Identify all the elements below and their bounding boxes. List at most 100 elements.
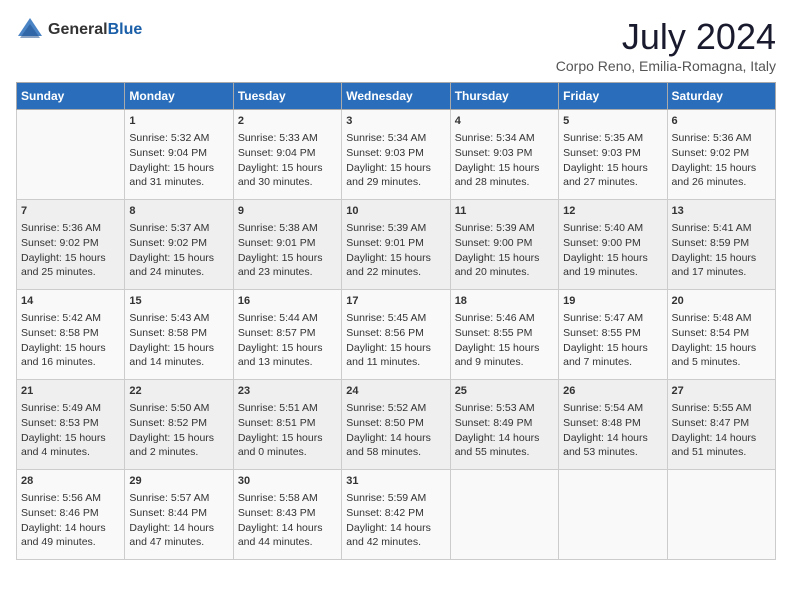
calendar-cell: 27 Sunrise: 5:55 AMSunset: 8:47 PMDayligh… <box>667 380 775 470</box>
calendar-cell: 15 Sunrise: 5:43 AMSunset: 8:58 PMDayligh… <box>125 290 233 380</box>
calendar-cell: 6Sunrise: 5:36 AMSunset: 9:02 PMDaylight… <box>667 110 775 200</box>
day-number: 31 <box>346 474 445 489</box>
calendar-cell: 21 Sunrise: 5:49 AMSunset: 8:53 PMDayligh… <box>17 380 125 470</box>
calendar-cell: 3Sunrise: 5:34 AMSunset: 9:03 PMDaylight… <box>342 110 450 200</box>
calendar-cell: 25 Sunrise: 5:53 AMSunset: 8:49 PMDayligh… <box>450 380 558 470</box>
cell-content: Sunrise: 5:57 AMSunset: 8:44 PMDaylight:… <box>129 491 228 550</box>
day-number: 18 <box>455 294 554 309</box>
day-number: 16 <box>238 294 337 309</box>
cell-content: Sunrise: 5:48 AMSunset: 8:54 PMDaylight:… <box>672 311 771 370</box>
calendar-cell: 20 Sunrise: 5:48 AMSunset: 8:54 PMDayligh… <box>667 290 775 380</box>
day-number: 13 <box>672 204 771 219</box>
page-header: GeneralBlue July 2024 Corpo Reno, Emilia… <box>16 16 776 74</box>
logo-text-general: General <box>48 21 108 38</box>
cell-content: Sunrise: 5:59 AMSunset: 8:42 PMDaylight:… <box>346 491 445 550</box>
calendar-cell: 7 Sunrise: 5:36 AMSunset: 9:02 PMDaylight… <box>17 200 125 290</box>
calendar-cell: 4 Sunrise: 5:34 AMSunset: 9:03 PMDaylight… <box>450 110 558 200</box>
month-title: July 2024 <box>556 16 776 58</box>
cell-content: Sunrise: 5:44 AMSunset: 8:57 PMDaylight:… <box>238 311 337 370</box>
day-header-saturday: Saturday <box>667 83 775 110</box>
day-number: 30 <box>238 474 337 489</box>
calendar-cell: 11 Sunrise: 5:39 AMSunset: 9:00 PMDayligh… <box>450 200 558 290</box>
calendar-cell: 1 Sunrise: 5:32 AMSunset: 9:04 PMDaylight… <box>125 110 233 200</box>
day-number: 15 <box>129 294 228 309</box>
header-row: SundayMondayTuesdayWednesdayThursdayFrid… <box>17 83 776 110</box>
cell-content: Sunrise: 5:46 AMSunset: 8:55 PMDaylight:… <box>455 311 554 370</box>
day-header-monday: Monday <box>125 83 233 110</box>
day-number: 4 <box>455 114 554 129</box>
day-header-wednesday: Wednesday <box>342 83 450 110</box>
day-number: 2 <box>238 114 337 129</box>
calendar-cell: 14 Sunrise: 5:42 AMSunset: 8:58 PMDayligh… <box>17 290 125 380</box>
day-number: 29 <box>129 474 228 489</box>
cell-content: Sunrise: 5:35 AMSunset: 9:03 PMDaylight:… <box>563 131 662 190</box>
calendar-cell <box>450 470 558 560</box>
cell-content: Sunrise: 5:50 AMSunset: 8:52 PMDaylight:… <box>129 401 228 460</box>
week-row-3: 14 Sunrise: 5:42 AMSunset: 8:58 PMDayligh… <box>17 290 776 380</box>
day-number: 9 <box>238 204 337 219</box>
calendar-cell: 22 Sunrise: 5:50 AMSunset: 8:52 PMDayligh… <box>125 380 233 470</box>
calendar-cell: 10Sunrise: 5:39 AMSunset: 9:01 PMDayligh… <box>342 200 450 290</box>
cell-content: Sunrise: 5:49 AMSunset: 8:53 PMDaylight:… <box>21 401 120 460</box>
cell-content: Sunrise: 5:43 AMSunset: 8:58 PMDaylight:… <box>129 311 228 370</box>
calendar-cell: 28Sunrise: 5:56 AMSunset: 8:46 PMDayligh… <box>17 470 125 560</box>
day-number: 25 <box>455 384 554 399</box>
calendar-cell: 5 Sunrise: 5:35 AMSunset: 9:03 PMDaylight… <box>559 110 667 200</box>
cell-content: Sunrise: 5:51 AMSunset: 8:51 PMDaylight:… <box>238 401 337 460</box>
cell-content: Sunrise: 5:53 AMSunset: 8:49 PMDaylight:… <box>455 401 554 460</box>
week-row-1: 1 Sunrise: 5:32 AMSunset: 9:04 PMDaylight… <box>17 110 776 200</box>
calendar-cell: 30 Sunrise: 5:58 AMSunset: 8:43 PMDayligh… <box>233 470 341 560</box>
cell-content: Sunrise: 5:56 AMSunset: 8:46 PMDaylight:… <box>21 491 120 550</box>
calendar-cell: 24 Sunrise: 5:52 AMSunset: 8:50 PMDayligh… <box>342 380 450 470</box>
calendar-cell: 19Sunrise: 5:47 AMSunset: 8:55 PMDayligh… <box>559 290 667 380</box>
day-number: 22 <box>129 384 228 399</box>
day-number: 27 <box>672 384 771 399</box>
calendar-cell: 31 Sunrise: 5:59 AMSunset: 8:42 PMDayligh… <box>342 470 450 560</box>
cell-content: Sunrise: 5:58 AMSunset: 8:43 PMDaylight:… <box>238 491 337 550</box>
cell-content: Sunrise: 5:54 AMSunset: 8:48 PMDaylight:… <box>563 401 662 460</box>
title-block: July 2024 Corpo Reno, Emilia-Romagna, It… <box>556 16 776 74</box>
day-number: 24 <box>346 384 445 399</box>
cell-content: Sunrise: 5:37 AMSunset: 9:02 PMDaylight:… <box>129 221 228 280</box>
day-number: 11 <box>455 204 554 219</box>
cell-content: Sunrise: 5:39 AMSunset: 9:00 PMDaylight:… <box>455 221 554 280</box>
location-title: Corpo Reno, Emilia-Romagna, Italy <box>556 58 776 74</box>
calendar-cell: 26 Sunrise: 5:54 AMSunset: 8:48 PMDayligh… <box>559 380 667 470</box>
cell-content: Sunrise: 5:55 AMSunset: 8:47 PMDaylight:… <box>672 401 771 460</box>
day-number: 21 <box>21 384 120 399</box>
cell-content: Sunrise: 5:32 AMSunset: 9:04 PMDaylight:… <box>129 131 228 190</box>
week-row-4: 21 Sunrise: 5:49 AMSunset: 8:53 PMDayligh… <box>17 380 776 470</box>
day-number: 6 <box>672 114 771 129</box>
day-number: 17 <box>346 294 445 309</box>
cell-content: Sunrise: 5:45 AMSunset: 8:56 PMDaylight:… <box>346 311 445 370</box>
cell-content: Sunrise: 5:34 AMSunset: 9:03 PMDaylight:… <box>455 131 554 190</box>
calendar-cell: 13 Sunrise: 5:41 AMSunset: 8:59 PMDayligh… <box>667 200 775 290</box>
day-number: 8 <box>129 204 228 219</box>
cell-content: Sunrise: 5:36 AMSunset: 9:02 PMDaylight:… <box>21 221 120 280</box>
calendar-cell: 23Sunrise: 5:51 AMSunset: 8:51 PMDayligh… <box>233 380 341 470</box>
calendar-cell: 12Sunrise: 5:40 AMSunset: 9:00 PMDayligh… <box>559 200 667 290</box>
calendar-cell: 17 Sunrise: 5:45 AMSunset: 8:56 PMDayligh… <box>342 290 450 380</box>
day-number: 20 <box>672 294 771 309</box>
cell-content: Sunrise: 5:34 AMSunset: 9:03 PMDaylight:… <box>346 131 445 190</box>
logo-icon <box>16 16 44 44</box>
day-number: 19 <box>563 294 662 309</box>
day-header-sunday: Sunday <box>17 83 125 110</box>
day-number: 12 <box>563 204 662 219</box>
calendar-cell <box>667 470 775 560</box>
cell-content: Sunrise: 5:52 AMSunset: 8:50 PMDaylight:… <box>346 401 445 460</box>
day-number: 26 <box>563 384 662 399</box>
week-row-2: 7 Sunrise: 5:36 AMSunset: 9:02 PMDaylight… <box>17 200 776 290</box>
calendar-cell: 9Sunrise: 5:38 AMSunset: 9:01 PMDaylight… <box>233 200 341 290</box>
day-header-thursday: Thursday <box>450 83 558 110</box>
day-number: 14 <box>21 294 120 309</box>
day-number: 5 <box>563 114 662 129</box>
logo: GeneralBlue <box>16 16 142 44</box>
calendar-cell: 2Sunrise: 5:33 AMSunset: 9:04 PMDaylight… <box>233 110 341 200</box>
day-number: 1 <box>129 114 228 129</box>
day-number: 7 <box>21 204 120 219</box>
day-number: 10 <box>346 204 445 219</box>
cell-content: Sunrise: 5:42 AMSunset: 8:58 PMDaylight:… <box>21 311 120 370</box>
calendar-cell <box>17 110 125 200</box>
cell-content: Sunrise: 5:41 AMSunset: 8:59 PMDaylight:… <box>672 221 771 280</box>
